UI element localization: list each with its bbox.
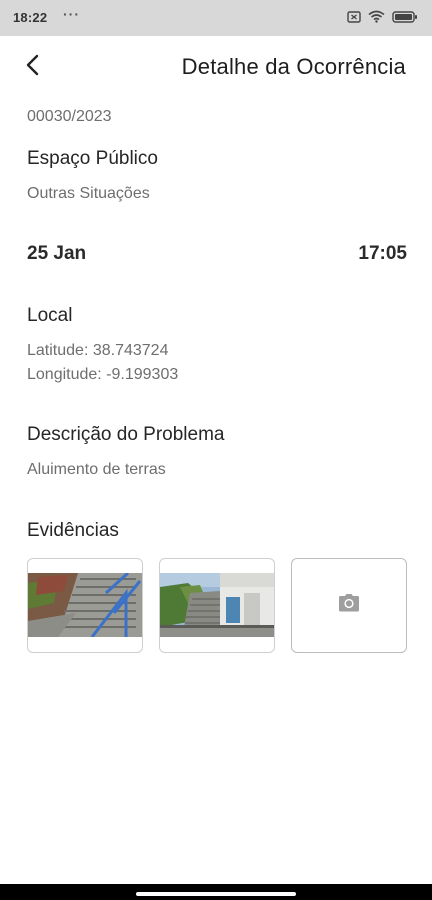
- evidences-heading: Evidências: [27, 520, 119, 541]
- status-bar: 18:22 ···: [0, 0, 432, 36]
- description-text: Aluimento de terras: [27, 461, 166, 478]
- photo-staircase-hillside: [28, 573, 142, 637]
- home-indicator[interactable]: [136, 892, 296, 896]
- chevron-left-icon: [25, 53, 41, 82]
- back-button[interactable]: [18, 52, 48, 82]
- description-heading: Descrição do Problema: [27, 424, 225, 445]
- location-longitude: Longitude: -9.199303: [27, 366, 179, 383]
- occurrence-reference: 00030/2023: [27, 108, 112, 125]
- sim-card-icon: [347, 10, 361, 23]
- notification-dots-icon: ···: [63, 6, 80, 22]
- status-icons: [347, 10, 418, 23]
- battery-icon: [392, 10, 418, 23]
- location-latitude: Latitude: 38.743724: [27, 342, 169, 359]
- app-header: Detalhe da Ocorrência: [0, 36, 432, 98]
- navigation-bar: [0, 884, 432, 900]
- add-evidence-button[interactable]: [291, 558, 407, 653]
- occurrence-date: 25 Jan: [27, 243, 87, 264]
- camera-icon: [338, 593, 360, 618]
- occurrence-category: Espaço Público: [27, 148, 158, 169]
- occurrence-detail-screen: 18:22 ··· Detalhe da Ocorrência 00030/20…: [0, 0, 432, 900]
- page-title: Detalhe da Ocorrência: [181, 54, 406, 79]
- location-heading: Local: [27, 305, 73, 326]
- evidences-gallery: [27, 558, 407, 653]
- evidence-photo-1[interactable]: [27, 558, 143, 653]
- photo-staircase-building: [160, 573, 274, 637]
- occurrence-time: 17:05: [358, 243, 407, 264]
- occurrence-subcategory: Outras Situações: [27, 185, 150, 202]
- wifi-icon: [368, 10, 385, 23]
- status-time: 18:22: [13, 10, 48, 25]
- evidence-photo-2[interactable]: [159, 558, 275, 653]
